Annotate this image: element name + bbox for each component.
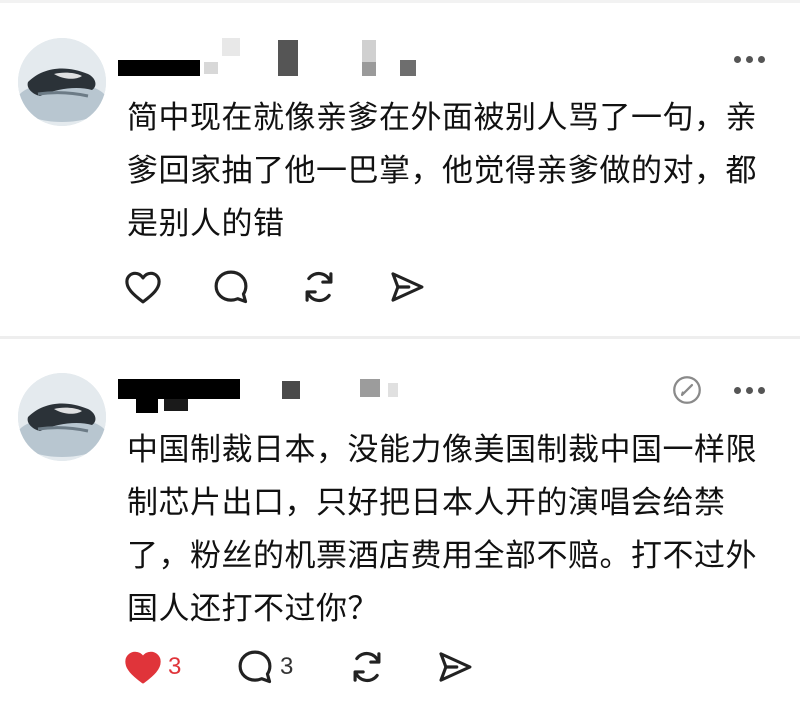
repost-button[interactable] — [298, 265, 340, 309]
avatar-image — [18, 373, 106, 461]
comment-bubble-icon — [214, 270, 248, 304]
like-button[interactable] — [122, 265, 164, 309]
more-dots-icon[interactable] — [732, 384, 768, 396]
repost-icon — [353, 651, 381, 683]
redacted-username[interactable] — [118, 375, 438, 415]
comment-bubble-icon — [238, 650, 272, 684]
repost-button[interactable] — [346, 645, 388, 689]
avatar[interactable] — [18, 373, 106, 461]
action-bar: 3 3 — [122, 645, 482, 689]
heart-icon — [125, 651, 161, 684]
reply-button[interactable]: 3 — [234, 645, 293, 689]
action-bar — [122, 265, 442, 309]
edited-icon[interactable] — [670, 373, 704, 411]
post-1: 简中现在就像亲爹在外面被别人骂了一句，亲爹回家抽了他一巴掌，他觉得亲爹做的对，都… — [0, 0, 800, 336]
like-button[interactable]: 3 — [122, 645, 181, 689]
send-icon — [391, 272, 424, 302]
repost-icon — [305, 271, 333, 303]
like-count: 3 — [168, 653, 182, 680]
redacted-username[interactable] — [118, 36, 438, 76]
send-icon — [439, 652, 472, 682]
post-text: 简中现在就像亲爹在外面被别人骂了一句，亲爹回家抽了他一巴掌，他觉得亲爹做的对，都… — [127, 100, 757, 242]
share-button[interactable] — [386, 265, 428, 309]
heart-icon — [125, 271, 161, 304]
reply-button[interactable] — [210, 265, 252, 309]
post-text: 中国制裁日本，没能力像美国制裁中国一样限制芯片出口，只好把日本人开的演唱会给禁了… — [127, 432, 757, 627]
share-button[interactable] — [434, 645, 476, 689]
post-2: 中国制裁日本，没能力像美国制裁中国一样限制芯片出口，只好把日本人开的演唱会给禁了… — [0, 339, 800, 714]
avatar-image — [18, 38, 106, 126]
reply-count: 3 — [280, 653, 294, 680]
more-dots-icon[interactable] — [732, 53, 768, 65]
avatar[interactable] — [18, 38, 106, 126]
